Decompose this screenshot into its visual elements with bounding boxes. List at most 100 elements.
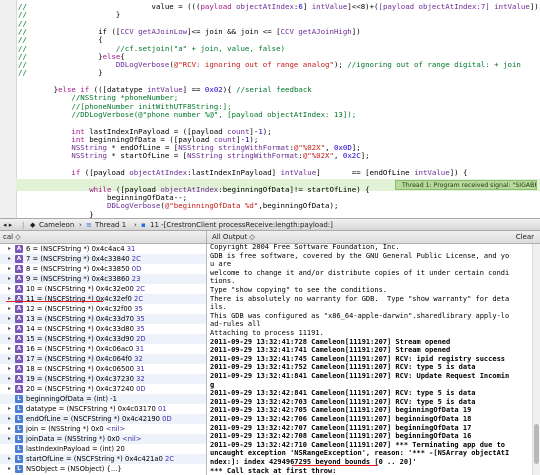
variable-kind-icon: A — [15, 355, 23, 363]
code-line[interactable]: // } — [18, 9, 120, 20]
variable-row[interactable]: ▸ A 8 = (NSCFString *) 0x4c33850 0D — [0, 264, 206, 274]
code-line[interactable]: if ([payload objectAtIndex:lastIndexInPa… — [18, 167, 467, 178]
disclosure-triangle-icon[interactable]: ▸ — [8, 384, 11, 394]
variable-label: 20 = (NSCFString *) 0x4c37240 0D — [26, 384, 146, 394]
jump-thread[interactable]: Thread 1 — [95, 219, 126, 231]
variable-row[interactable]: ▸ A 13 = (NSCFString *) 0x4c33d70 35 — [0, 314, 206, 324]
disclosure-triangle-icon[interactable]: ▸ — [8, 304, 11, 314]
red-annotation-underline — [6, 301, 103, 302]
code-token: DDLogVerbose — [115, 60, 170, 70]
variable-value: 01 — [155, 405, 167, 413]
code-line[interactable]: } — [18, 209, 93, 219]
variable-kind-icon: L — [15, 465, 23, 473]
variable-label: 11 = (NSCFString *) 0x4c32ef0 2C — [26, 294, 143, 304]
disclosure-triangle-icon[interactable]: ▸ — [8, 364, 11, 374]
variable-name-type: 17 = (NSCFString *) 0x4c064f0 — [26, 355, 133, 363]
disclosure-triangle-icon[interactable]: ▸ — [8, 464, 11, 474]
variable-value: <nil> — [103, 425, 126, 433]
disclosure-triangle-icon[interactable]: ▸ — [8, 354, 11, 364]
variable-name-type: NSObject = (NSObject) {...} — [26, 465, 122, 473]
code-token: } — [26, 10, 121, 20]
variable-value: 2C — [162, 455, 175, 463]
disclosure-triangle-icon[interactable]: ▸ — [8, 284, 11, 294]
disclosure-triangle-icon[interactable]: ▸ — [8, 434, 11, 444]
variable-row[interactable]: ▸ A 7 = (NSCFString *) 0x4c33840 2C — [0, 254, 206, 264]
jump-frame[interactable]: 11 -[CrestronClient processReceive:lengt… — [150, 219, 333, 231]
variable-label: 6 = (NSCFString *) 0x4c4ac4 31 — [26, 244, 135, 254]
variable-row[interactable]: ▸ A 10 = (NSCFString *) 0x4c32e00 2C — [0, 284, 206, 294]
disclosure-triangle-icon[interactable]: ▸ — [8, 344, 11, 354]
code-token: ); — [333, 60, 348, 70]
variable-row[interactable]: ▸ LjoinData = (NSString *) 0x0 <nil> — [0, 434, 206, 444]
variable-kind-icon: A — [15, 375, 23, 383]
app-icon: ◆ — [30, 221, 36, 229]
disclosure-triangle-icon[interactable]: ▸ — [8, 334, 11, 344]
variable-value: 23 — [129, 275, 141, 283]
variable-label: 18 = (NSCFString *) 0x4c06500 31 — [26, 364, 145, 374]
disclosure-triangle-icon[interactable]: ▸ — [8, 314, 11, 324]
disclosure-triangle-icon[interactable]: ▸ — [8, 254, 11, 264]
variable-row[interactable]: ▸ A 12 = (NSCFString *) 0x4c32f00 35 — [0, 304, 206, 314]
disclosure-triangle-icon[interactable]: ▸ — [8, 404, 11, 414]
variable-row[interactable]: ▸ LstartOfLine = (NSCFString *) 0x4c421a0… — [0, 454, 206, 464]
code-token: :lastIndexInPayload] — [187, 168, 281, 177]
thread-icon: ≡ — [86, 221, 92, 229]
scroll-thumb[interactable] — [534, 424, 539, 464]
variable-kind-icon: L — [15, 455, 23, 463]
clear-button[interactable]: Clear — [516, 231, 534, 243]
variable-row[interactable]: ▸ A 9 = (NSCFString *) 0x4c33860 23 — [0, 274, 206, 284]
disclosure-triangle-icon[interactable]: ▸ — [8, 324, 11, 334]
code-line[interactable]: // } — [18, 67, 103, 78]
variable-row[interactable]: ▸ A 17 = (NSCFString *) 0x4c064f0 32 — [0, 354, 206, 364]
variable-row[interactable]: ▸ Ljoin = (NSString *) 0x0 <nil> — [0, 424, 206, 434]
disclosure-triangle-icon[interactable]: ▸ — [8, 244, 11, 254]
code-token: ] == [endOfLine — [316, 168, 415, 177]
disclosure-triangle-icon[interactable]: ▸ — [8, 454, 11, 464]
disclosure-triangle-icon[interactable]: ▸ — [8, 414, 11, 424]
nav-arrows-icon[interactable]: ◂ ▸ — [3, 219, 12, 231]
editor-gutter[interactable] — [0, 0, 17, 218]
disclosure-triangle-icon[interactable]: ▸ — [8, 274, 11, 284]
variable-label: beginningOfData = (int) -1 — [26, 394, 117, 404]
variables-view[interactable]: ▸ A 6 = (NSCFString *) 0x4c4ac4 31 ▸ A 7 = (N… — [0, 244, 207, 475]
variable-row[interactable]: ▸ A 20 = (NSCFString *) 0x4c37240 0D — [0, 384, 206, 394]
code-line[interactable]: //DDLogVerbose(@"phone number %@", [payl… — [18, 109, 356, 120]
disclosure-triangle-icon[interactable]: ▸ — [8, 424, 11, 434]
variable-row[interactable]: LbeginningOfData = (int) -1 — [0, 394, 206, 404]
variable-row[interactable]: ▸ A 15 = (NSCFString *) 0x4c33d90 2D — [0, 334, 206, 344]
code-editor[interactable]: // value = (((payload objectAtIndex:6] i… — [0, 0, 540, 218]
variable-row[interactable]: ▸ A 19 = (NSCFString *) 0x4c37230 32 — [0, 374, 206, 384]
code-token: @"RCV: ignoring out of range analog" — [173, 60, 334, 70]
variable-label: join = (NSString *) 0x0 <nil> — [26, 424, 125, 434]
console-output[interactable]: Copyright 2004 Free Software Foundation,… — [207, 244, 540, 475]
variable-row[interactable]: ▸ A 14 = (NSCFString *) 0x4c33d80 35 — [0, 324, 206, 334]
variable-name-type: datatype = (NSCFString *) 0x4c03170 — [26, 405, 156, 413]
variable-name-type: 20 = (NSCFString *) 0x4c37240 — [26, 385, 134, 393]
variable-row[interactable]: ▸ A 6 = (NSCFString *) 0x4c4ac4 31 — [0, 244, 206, 254]
variable-kind-icon: L — [15, 395, 23, 403]
variable-row[interactable]: LlastIndexInPayload = (int) 20 — [0, 444, 206, 454]
output-filter-popup[interactable]: All Output ◇ — [212, 231, 255, 243]
variable-label: 15 = (NSCFString *) 0x4c33d90 2D — [26, 334, 146, 344]
code-token: ] — [302, 2, 312, 11]
code-token: DDLogVerbose — [107, 201, 161, 211]
thread-status-badge[interactable]: Thread 1: Program received signal: "SIGA… — [395, 180, 537, 190]
variable-row[interactable]: ▸ Ldatatype = (NSCFString *) 0x4c03170 01 — [0, 404, 206, 414]
jump-app[interactable]: Cameleon — [39, 219, 74, 231]
console-scrollbar[interactable] — [532, 244, 540, 475]
variable-row[interactable]: ▸ A 16 = (NSCFString *) 0x4c06ac0 31 — [0, 344, 206, 354]
variable-kind-icon: A — [15, 365, 23, 373]
locals-scope-popup[interactable]: cal ◇ — [3, 231, 21, 243]
disclosure-triangle-icon[interactable]: ▸ — [8, 264, 11, 274]
code-token: if — [71, 168, 81, 177]
disclosure-triangle-icon[interactable]: ▸ — [8, 374, 11, 384]
variable-name-type: joinData = (NSString *) 0x0 — [26, 435, 120, 443]
disclosure-triangle-icon[interactable]: ▸ — [8, 294, 11, 304]
variable-label: 8 = (NSCFString *) 0x4c33850 0D — [26, 264, 141, 274]
variable-row[interactable]: ▸ L NSObject = (NSObject) {...} — [0, 464, 206, 474]
code-line[interactable]: NSString * startOfLine = [NSString strin… — [18, 150, 369, 161]
variable-row[interactable]: ▸ LendOfLine = (NSCFString *) 0x4c42190 0… — [0, 414, 206, 424]
variable-row[interactable]: ▸ A 11 = (NSCFString *) 0x4c32ef0 2C — [0, 294, 206, 304]
variable-row[interactable]: ▸ A 18 = (NSCFString *) 0x4c06500 31 — [0, 364, 206, 374]
variable-name-type: join = (NSString *) 0x0 — [26, 425, 104, 433]
